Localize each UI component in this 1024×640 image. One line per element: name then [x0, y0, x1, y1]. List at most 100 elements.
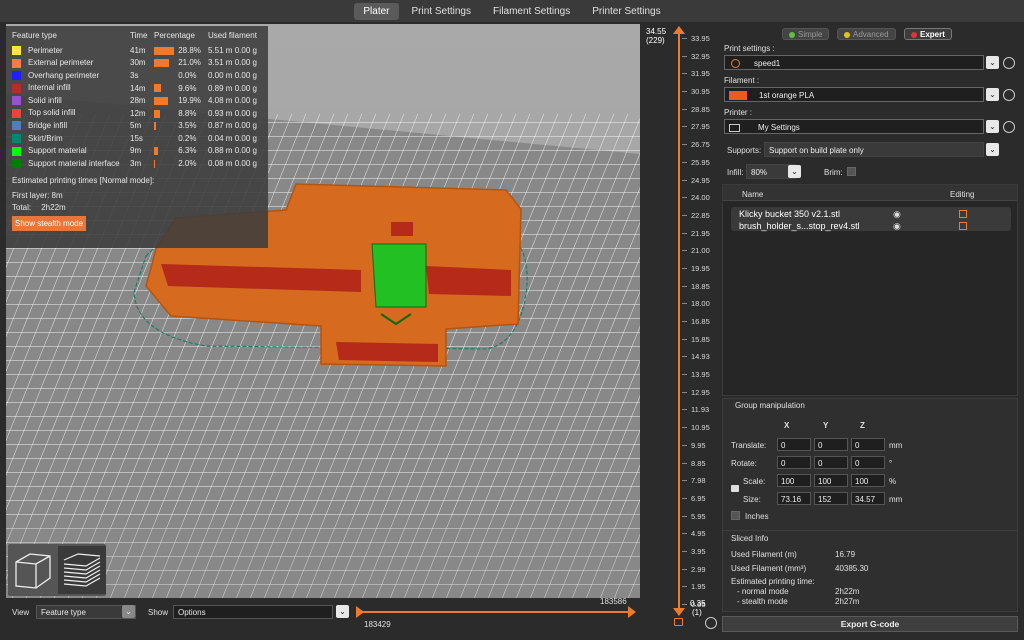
chevron-down-icon[interactable]: ⌄ [122, 605, 135, 618]
translate-z-field[interactable]: 0 [851, 438, 885, 451]
green-dot-icon [789, 31, 795, 38]
size-z-field[interactable]: 34.57 [851, 492, 885, 505]
legend-percentage-cell: 19.9% [154, 94, 208, 107]
gear-icon[interactable] [1003, 89, 1015, 101]
edit-icon[interactable] [959, 222, 967, 230]
tab-print-settings[interactable]: Print Settings [403, 3, 480, 20]
size-x-field[interactable]: 73.16 [777, 492, 811, 505]
rotate-y-field[interactable]: 0 [814, 456, 848, 469]
legend-feature-cell: Solid infill [12, 94, 130, 107]
legend-color-swatch [12, 121, 21, 131]
legend-header-percentage: Percentage [154, 31, 195, 40]
tab-filament-settings[interactable]: Filament Settings [484, 3, 579, 20]
mode-simple-button[interactable]: Simple [782, 28, 830, 40]
mode-advanced-button[interactable]: Advanced [837, 28, 896, 40]
legend-color-swatch [12, 108, 21, 118]
show-options-value: Options [178, 608, 206, 617]
tab-plater[interactable]: Plater [354, 2, 399, 20]
scale-x-field[interactable]: 100 [777, 474, 811, 487]
object-row[interactable]: brush_holder_s...stop_rev4.stl ◉ [739, 221, 1009, 233]
v-slider-bottom-layer: (1) [692, 608, 702, 617]
legend-feature-cell: Perimeter [12, 44, 130, 57]
gear-icon[interactable] [1003, 121, 1015, 133]
legend-percentage-cell: 8.8% [154, 107, 208, 120]
chevron-down-icon[interactable]: ⌄ [986, 56, 999, 69]
v-slider-top-thumb[interactable] [673, 26, 685, 34]
v-slider-tick-mark [682, 391, 687, 393]
legend-row: Internal infill 14m 9.6% 0.89 m 0.00 g [12, 82, 262, 95]
printer-icon [729, 123, 740, 132]
show-options-select[interactable]: Options [173, 605, 333, 619]
chevron-down-icon[interactable]: ⌄ [336, 605, 349, 618]
supports-select[interactable]: Support on build plate only [764, 142, 984, 157]
scale-z-field[interactable]: 100 [851, 474, 885, 487]
legend-feature-name: Support material interface [28, 158, 120, 168]
layers-view-icon[interactable] [58, 546, 106, 594]
object-row[interactable]: Klicky bucket 350 v2.1.stl ◉ [739, 209, 1009, 221]
legend-length: 5.51 m [208, 45, 233, 55]
view-type-select[interactable]: Feature type [36, 605, 136, 619]
v-slider-tick-mark [682, 108, 687, 110]
cube-view-icon[interactable] [10, 546, 58, 594]
v-slider-tick-label: 31.95 [691, 69, 710, 79]
legend-percentage: 6.3% [178, 146, 197, 156]
legend-length: 0.08 m [208, 158, 233, 168]
axis-y-label: Y [823, 421, 829, 430]
rotate-z-field[interactable]: 0 [851, 456, 885, 469]
scale-y-field[interactable]: 100 [814, 474, 848, 487]
export-gcode-button[interactable]: Export G-code [722, 616, 1018, 632]
legend-percentage-cell: 0.2% [154, 132, 208, 145]
filament-select[interactable]: 1st orange PLA [724, 87, 984, 102]
legend-color-swatch [12, 134, 21, 144]
preview-bottom-bar: View Feature type ⌄ Show Options ⌄ 18358… [0, 597, 660, 640]
eye-icon[interactable]: ◉ [893, 221, 901, 232]
legend-length: 0.04 m [208, 133, 233, 143]
print-settings-select[interactable]: speed1 [724, 55, 984, 70]
printer-select[interactable]: My Settings [724, 119, 984, 134]
h-slider-right-thumb[interactable] [628, 606, 636, 618]
rotate-x-field[interactable]: 0 [777, 456, 811, 469]
legend-feature-name: Top solid infill [28, 108, 76, 118]
translate-y-field[interactable]: 0 [814, 438, 848, 451]
legend-time: 12m [130, 108, 146, 118]
chevron-down-icon[interactable]: ⌄ [986, 120, 999, 133]
legend-feature-cell: Support material [12, 145, 130, 158]
tab-printer-settings[interactable]: Printer Settings [583, 3, 669, 20]
lock-icon[interactable] [674, 618, 683, 626]
v-slider-tick-mark [682, 303, 687, 305]
v-slider-bottom-thumb[interactable] [673, 608, 685, 616]
gear-icon[interactable] [1003, 57, 1015, 69]
legend-table: Feature type Time Percentage Used filame… [12, 30, 262, 170]
eye-icon[interactable]: ◉ [893, 209, 901, 220]
show-stealth-mode-button[interactable]: Show stealth mode [12, 215, 87, 231]
vertical-layer-slider[interactable]: 34.55 (229) 33.95 32.95 31.95 30.95 28.85 27.… [644, 24, 720, 629]
sidebar-panel: Simple Advanced Expert Print settings : … [722, 24, 1018, 636]
edit-icon[interactable] [959, 210, 967, 218]
translate-x-field[interactable]: 0 [777, 438, 811, 451]
legend-used-filament-cell: 5.51 m 0.00 g [208, 44, 262, 57]
size-y-field[interactable]: 152 [814, 492, 848, 505]
horizontal-move-slider[interactable] [360, 611, 634, 613]
used-filament-m-value: 16.79 [835, 550, 856, 559]
v-slider-top-value: 34.55 [646, 27, 667, 36]
chevron-down-icon[interactable]: ⌄ [986, 88, 999, 101]
legend-percentage-cell: 9.6% [154, 82, 208, 95]
object-list: Name Editing Klicky bucket 350 v2.1.stl … [722, 184, 1018, 396]
h-slider-left-thumb[interactable] [356, 606, 364, 618]
v-slider-tick-mark [682, 250, 687, 252]
brim-checkbox[interactable] [847, 167, 856, 176]
chevron-down-icon[interactable]: ⌄ [986, 143, 999, 156]
mode-expert-button[interactable]: Expert [904, 28, 952, 40]
lock-icon[interactable] [731, 485, 739, 492]
chevron-down-icon[interactable]: ⌄ [788, 165, 801, 178]
legend-time: 41m [130, 45, 146, 55]
inches-checkbox[interactable] [731, 511, 740, 520]
gear-icon[interactable] [705, 617, 717, 629]
sliced-info-panel: Sliced Info Used Filament (m) 16.79 Used… [722, 530, 1018, 612]
group-manipulation-title: Group manipulation [735, 401, 805, 410]
filament-value: 1st orange PLA [759, 91, 815, 100]
legend-feature-name: Bridge infill [28, 121, 68, 131]
v-slider-tick-mark [682, 374, 687, 376]
legend-percentage-cell: 28.8% [154, 44, 208, 57]
v-slider-tick-label: 12.95 [691, 387, 710, 397]
